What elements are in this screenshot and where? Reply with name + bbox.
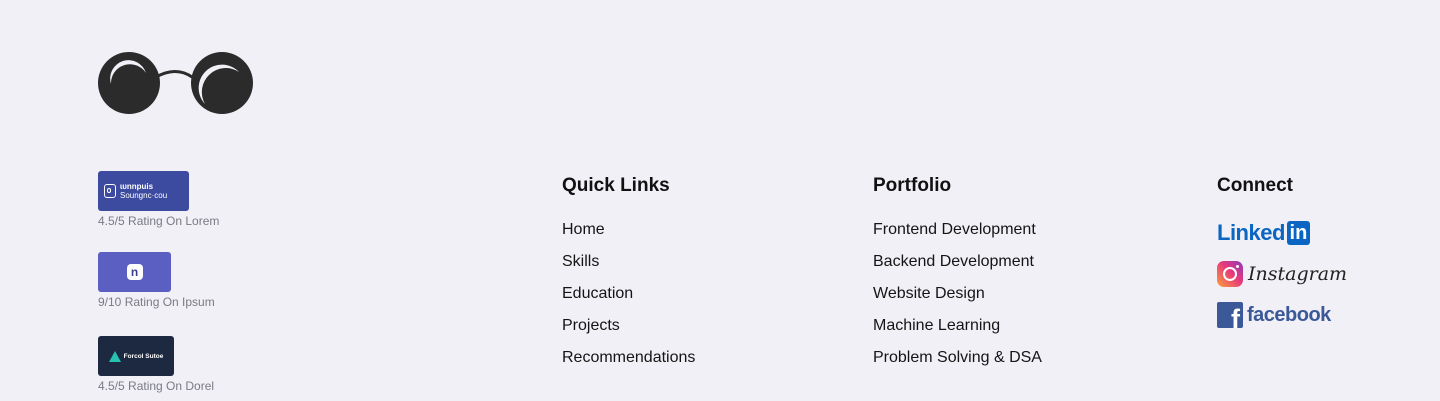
ipsum-badge-letter: n xyxy=(130,265,139,279)
facebook-link[interactable]: f facebook xyxy=(1217,302,1347,328)
quick-link-education[interactable]: Education xyxy=(562,284,695,304)
lorem-rating-caption: 4.5/5 Rating On Lorem xyxy=(98,214,220,228)
logo[interactable] xyxy=(98,50,255,116)
lorem-badge-subname: Soungnc·cou xyxy=(120,191,168,200)
portfolio-section: Portfolio Frontend Development Backend D… xyxy=(873,174,1042,380)
connect-section: Connect Linked in Instagram f facebook xyxy=(1217,174,1347,343)
sunglasses-icon xyxy=(98,52,253,114)
lorem-badge[interactable]: ɩᴜnnpuis Soungnc·cou xyxy=(98,171,189,211)
portfolio-link-machine-learning[interactable]: Machine Learning xyxy=(873,316,1042,336)
dorel-logo-icon xyxy=(108,350,121,362)
instagram-link[interactable]: Instagram xyxy=(1217,261,1347,287)
instagram-wordmark: Instagram xyxy=(1248,263,1348,285)
rating-ipsum: n 9/10 Rating On Ipsum xyxy=(98,252,215,309)
quick-links-list: Home Skills Education Projects Recommend… xyxy=(562,220,695,368)
linkedin-link[interactable]: Linked in xyxy=(1217,220,1347,246)
portfolio-link-dsa[interactable]: Problem Solving & DSA xyxy=(873,348,1042,368)
dorel-badge[interactable]: Forcol Sutoe xyxy=(98,336,174,376)
ipsum-rating-caption: 9/10 Rating On Ipsum xyxy=(98,295,215,309)
portfolio-heading: Portfolio xyxy=(873,175,952,196)
dorel-rating-caption: 4.5/5 Rating On Dorel xyxy=(98,379,215,393)
facebook-icon: f xyxy=(1217,302,1243,328)
portfolio-link-website-design[interactable]: Website Design xyxy=(873,284,1042,304)
facebook-wordmark: facebook xyxy=(1247,303,1331,326)
linkedin-icon: in xyxy=(1286,221,1310,245)
quick-link-home[interactable]: Home xyxy=(562,220,695,240)
quick-links-heading: Quick Links xyxy=(562,175,670,196)
quick-link-recommendations[interactable]: Recommendations xyxy=(562,348,695,368)
instagram-icon xyxy=(1217,261,1243,287)
ipsum-badge[interactable]: n xyxy=(98,252,171,292)
quick-link-skills[interactable]: Skills xyxy=(562,252,695,272)
portfolio-list: Frontend Development Backend Development… xyxy=(873,220,1042,368)
portfolio-link-backend[interactable]: Backend Development xyxy=(873,252,1042,272)
rating-dorel: Forcol Sutoe 4.5/5 Rating On Dorel xyxy=(98,336,214,393)
quick-link-projects[interactable]: Projects xyxy=(562,316,695,336)
rating-lorem: ɩᴜnnpuis Soungnc·cou 4.5/5 Rating On Lor… xyxy=(98,171,219,228)
ipsum-logo-icon: n xyxy=(126,264,143,280)
quick-links-section: Quick Links Home Skills Education Projec… xyxy=(562,174,695,380)
facebook-icon-letter: f xyxy=(1231,304,1240,329)
lorem-logo-icon xyxy=(104,184,116,198)
social-links: Linked in Instagram f facebook xyxy=(1217,220,1347,343)
connect-heading: Connect xyxy=(1217,175,1293,196)
linkedin-wordmark: Linked xyxy=(1217,220,1285,245)
dorel-badge-name: Forcol Sutoe xyxy=(123,352,164,360)
portfolio-link-frontend[interactable]: Frontend Development xyxy=(873,220,1042,240)
lorem-badge-name: ɩᴜnnpuis xyxy=(120,182,154,191)
